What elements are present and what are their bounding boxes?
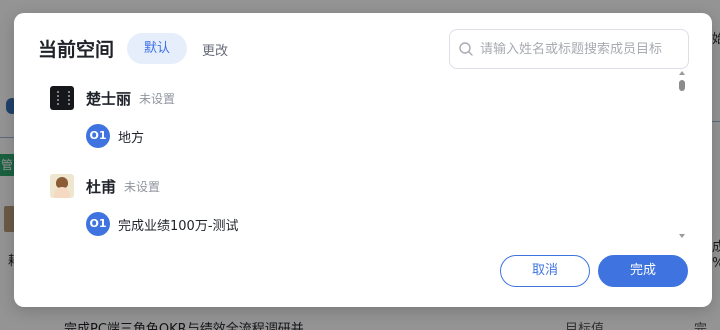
popup-title: 当前空间 — [38, 39, 115, 61]
popup-arrow — [55, 18, 71, 34]
member-name: 楚士丽 — [86, 89, 132, 108]
scroll-down-arrow-icon[interactable] — [679, 234, 685, 238]
okr-badge: O1 — [86, 212, 110, 236]
scrollbar-thumb[interactable] — [679, 80, 685, 91]
change-space-link[interactable]: 更改 — [202, 40, 228, 59]
avatar — [50, 86, 74, 110]
scroll-up-arrow-icon[interactable] — [679, 71, 685, 75]
member-row[interactable]: 楚士丽 未设置 — [50, 86, 175, 110]
search-box[interactable] — [449, 29, 689, 69]
search-input[interactable] — [480, 41, 685, 57]
member-row[interactable]: 杜甫 未设置 — [50, 174, 160, 198]
cancel-button[interactable]: 取消 — [500, 255, 590, 287]
okr-title: 地方 — [118, 130, 145, 146]
okr-item[interactable]: O1 地方 — [86, 124, 144, 148]
search-icon — [459, 42, 473, 56]
default-space-tag[interactable]: 默认 — [127, 33, 187, 64]
space-selector-popup: 当前空间 默认 更改 楚士丽 未设置 O1 地方 杜甫 未设置 O1 完成业绩1… — [14, 13, 712, 307]
member-name: 杜甫 — [86, 177, 117, 196]
member-list: 楚士丽 未设置 O1 地方 杜甫 未设置 O1 完成业绩100万-测试 — [14, 73, 694, 243]
list-scrollbar[interactable] — [677, 70, 687, 240]
member-status: 未设置 — [124, 179, 161, 194]
okr-badge: O1 — [86, 124, 110, 148]
avatar — [50, 174, 74, 198]
okr-item[interactable]: O1 完成业绩100万-测试 — [86, 212, 239, 236]
okr-title: 完成业绩100万-测试 — [118, 218, 239, 234]
done-button[interactable]: 完成 — [598, 255, 688, 287]
member-status: 未设置 — [139, 91, 176, 106]
